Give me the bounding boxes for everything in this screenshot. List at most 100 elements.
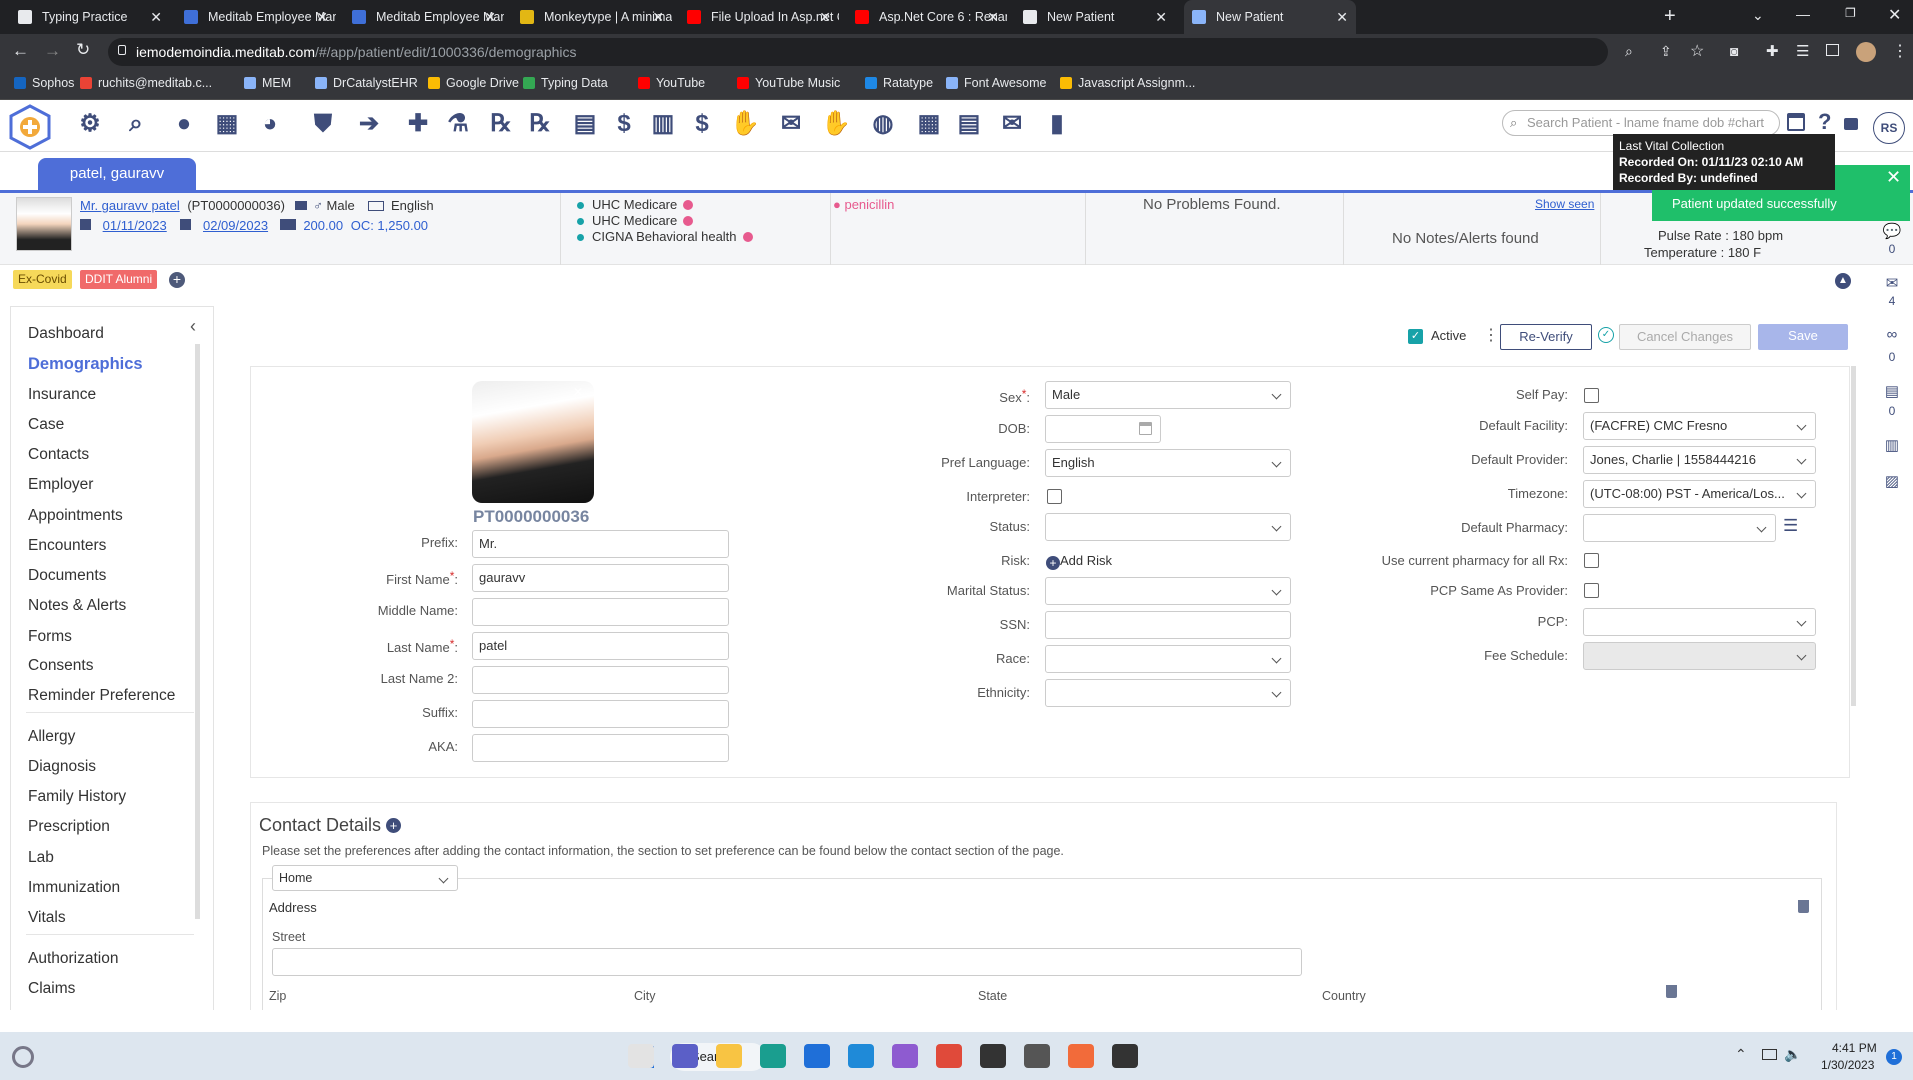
minimize-icon[interactable]: —	[1796, 6, 1810, 22]
street-input[interactable]	[272, 948, 1302, 976]
money-envelope-icon[interactable]: ✉	[777, 110, 805, 138]
cancel-changes-button[interactable]: Cancel Changes	[1619, 324, 1751, 350]
patient-name-link[interactable]: Mr. gauravv patel	[80, 198, 180, 213]
browser-tab[interactable]: File Upload In Asp.net Cor✕	[679, 0, 839, 34]
sidebar-item-employer[interactable]: Employer	[28, 476, 93, 494]
status-select[interactable]	[1045, 513, 1291, 541]
collapse-banner-icon[interactable]: ▲	[1835, 273, 1851, 289]
note-icon[interactable]: ▨	[1882, 472, 1902, 490]
help-icon[interactable]: ?	[1818, 109, 1831, 135]
hand-money-icon[interactable]: ✋	[730, 110, 760, 138]
money-bag-icon[interactable]: ◍	[869, 110, 897, 138]
camera-extension-icon[interactable]: ◙	[1730, 43, 1738, 59]
ledger-icon[interactable]: ▦	[915, 110, 943, 138]
share-icon[interactable]: ⇪	[1660, 43, 1672, 60]
ethnicity-select[interactable]	[1045, 679, 1291, 707]
patient-search-input[interactable]: ⌕ Search Patient - lname fname dob #char…	[1502, 110, 1780, 136]
sidebar-item-vitals[interactable]: Vitals	[28, 909, 66, 927]
bookmark-item[interactable]: MEM	[244, 76, 291, 90]
github-icon[interactable]	[1024, 1044, 1050, 1068]
insurance-alert-icon[interactable]	[683, 200, 694, 210]
bookmark-item[interactable]: Font Awesome	[946, 76, 1046, 90]
bookmark-item[interactable]: YouTube	[638, 76, 705, 90]
sidebar-item-family-history[interactable]: Family History	[28, 788, 126, 806]
tab-close-icon[interactable]: ✕	[652, 9, 664, 26]
user-icon[interactable]: ●	[170, 110, 198, 138]
settings-icon[interactable]: ⚙	[76, 110, 104, 138]
sidebar-item-reminder-preference[interactable]: Reminder Preference	[28, 687, 175, 705]
main-scrollbar[interactable]	[1851, 366, 1856, 706]
bookmark-star-icon[interactable]: ☆	[1690, 41, 1704, 61]
self-pay-checkbox[interactable]	[1584, 388, 1599, 403]
sidebar-item-dashboard[interactable]: Dashboard	[28, 325, 104, 343]
browser-menu-icon[interactable]: ⋮	[1892, 41, 1908, 61]
name-field-input[interactable]	[472, 700, 729, 728]
sidebar-item-appointments[interactable]: Appointments	[28, 507, 123, 525]
name-field-input[interactable]: gauravv	[472, 564, 729, 592]
sidebar-item-contacts[interactable]: Contacts	[28, 446, 89, 464]
insurance-alert-icon[interactable]	[683, 216, 694, 226]
clipboard-icon[interactable]: ▥	[1882, 436, 1902, 454]
browser-tab[interactable]: Meditab Employee Manag✕	[344, 0, 504, 34]
forward-icon[interactable]: →	[44, 41, 61, 61]
visual-studio-icon[interactable]	[892, 1044, 918, 1068]
sidebar-item-lab[interactable]: Lab	[28, 849, 54, 867]
tab-search-icon[interactable]: ⌄	[1752, 7, 1764, 24]
sidebar-item-forms[interactable]: Forms	[28, 628, 72, 646]
remove-photo-icon[interactable]: ✕	[573, 385, 583, 399]
sidebar-item-case[interactable]: Case	[28, 416, 64, 434]
add-risk-button[interactable]: + Add Risk	[1046, 553, 1112, 570]
terminal-icon[interactable]	[1112, 1044, 1138, 1068]
patient-tab[interactable]: patel, gauravv	[38, 158, 196, 190]
bookmark-item[interactable]: Typing Data	[523, 76, 608, 90]
sidebar-item-prescription[interactable]: Prescription	[28, 818, 110, 836]
calendar-icon[interactable]	[1787, 113, 1805, 131]
folder-icon[interactable]	[716, 1044, 742, 1068]
tab-close-icon[interactable]: ✕	[1336, 9, 1348, 26]
collapse-sidebar-icon[interactable]: ‹	[190, 316, 196, 337]
billing-doc-icon[interactable]: ▥	[649, 110, 677, 138]
show-seen-link[interactable]: Show seen	[1535, 197, 1594, 211]
sidebar-item-allergy[interactable]: Allergy	[28, 728, 75, 746]
pharmacy-list-icon[interactable]: ☰	[1783, 516, 1798, 536]
race-select[interactable]	[1045, 645, 1291, 673]
notification-badge[interactable]: 1	[1886, 1049, 1902, 1065]
ssn-input[interactable]	[1045, 611, 1291, 639]
reverify-button[interactable]: Re-Verify	[1500, 324, 1592, 350]
pref-language-select[interactable]: English	[1045, 449, 1291, 477]
active-checkbox[interactable]: ✓	[1408, 329, 1423, 344]
voicemail-icon[interactable]: ∞	[1882, 326, 1902, 343]
toast-close-icon[interactable]: ✕	[1886, 167, 1901, 188]
vscode-icon[interactable]	[848, 1044, 874, 1068]
tab-close-icon[interactable]: ✕	[819, 9, 831, 26]
tab-close-icon[interactable]: ✕	[150, 9, 162, 26]
address-bar[interactable]: iemodemoindia.meditab.com/#/app/patient/…	[108, 38, 1608, 66]
pcp-select[interactable]	[1583, 608, 1816, 636]
prescription-alt-icon[interactable]: ℞	[526, 110, 554, 138]
maximize-icon[interactable]: ❐	[1845, 6, 1856, 20]
edge-icon[interactable]	[760, 1044, 786, 1068]
user-clock-icon[interactable]: ◕	[256, 110, 284, 138]
sidebar-item-authorization[interactable]: Authorization	[28, 950, 118, 968]
sidebar-item-documents[interactable]: Documents	[28, 567, 106, 585]
mail-tray-icon[interactable]: ✉	[998, 110, 1026, 138]
bookmark-item[interactable]: Ratatype	[865, 76, 933, 90]
add-contact-icon[interactable]: +	[386, 818, 402, 833]
flask-icon[interactable]: ⚗	[444, 110, 472, 138]
file-explorer-task-icon[interactable]	[628, 1044, 654, 1068]
teams-icon[interactable]	[672, 1044, 698, 1068]
hands-care-icon[interactable]: ✋	[821, 110, 851, 138]
add-tag-icon[interactable]: +	[169, 272, 185, 288]
tab-close-icon[interactable]: ✕	[1155, 9, 1167, 26]
bookmark-item[interactable]: ruchits@meditab.c...	[80, 76, 212, 90]
save-button[interactable]: Save	[1758, 324, 1848, 350]
sidebar-item-insurance[interactable]: Insurance	[28, 386, 96, 404]
mail-icon[interactable]: ✉	[1882, 274, 1902, 292]
interpreter-checkbox[interactable]	[1047, 489, 1062, 504]
sidebar-item-claims[interactable]: Claims	[28, 980, 75, 998]
search-tool-icon[interactable]: ⌕	[122, 110, 150, 138]
reload-icon[interactable]: ↻	[76, 40, 90, 60]
default-provider-select[interactable]: Jones, Charlie | 1558444216	[1583, 446, 1816, 474]
zoom-icon[interactable]: ⌕	[1625, 43, 1633, 60]
sidebar-item-demographics[interactable]: Demographics	[28, 355, 143, 374]
